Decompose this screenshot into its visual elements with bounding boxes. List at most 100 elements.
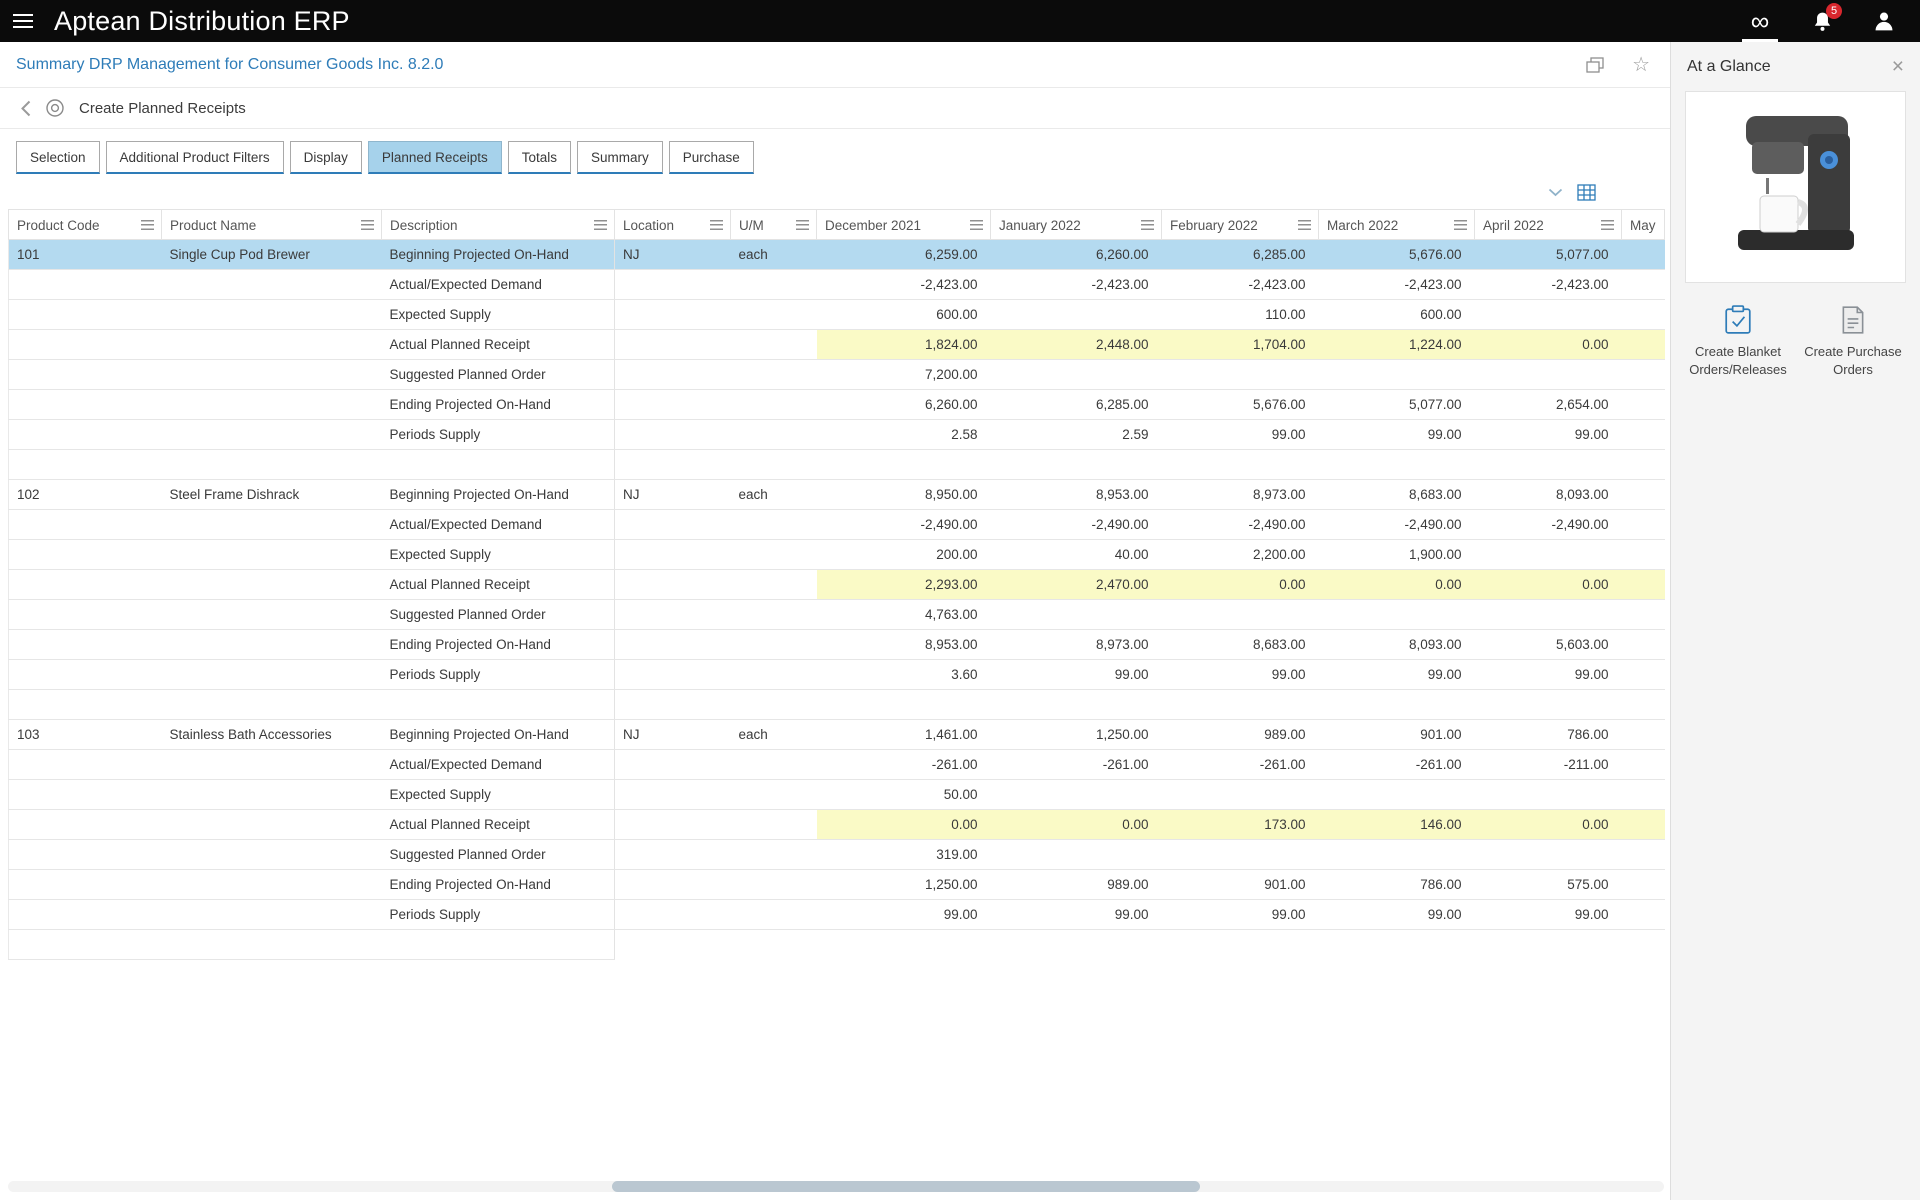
value-cell[interactable]: [1621, 239, 1665, 270]
value-cell[interactable]: 8,683.00: [1161, 629, 1319, 660]
value-cell[interactable]: 0.00: [990, 809, 1162, 840]
value-cell[interactable]: 5,676.00: [1318, 239, 1475, 270]
column-menu-icon[interactable]: [796, 219, 809, 230]
row-description-cell[interactable]: Beginning Projected On-Hand: [381, 479, 615, 510]
row-description-cell[interactable]: Beginning Projected On-Hand: [381, 239, 615, 270]
value-cell[interactable]: 901.00: [1161, 869, 1319, 900]
value-cell[interactable]: 0.00: [1161, 569, 1319, 600]
value-cell[interactable]: [1161, 599, 1319, 630]
column-menu-icon[interactable]: [710, 219, 723, 230]
value-cell[interactable]: 1,461.00: [816, 719, 991, 750]
product-code-cell[interactable]: 102: [8, 479, 162, 510]
product-code-cell[interactable]: [8, 419, 162, 450]
create-purchase-orders-action[interactable]: Create Purchase Orders: [1802, 305, 1904, 378]
value-cell[interactable]: 5,077.00: [1318, 389, 1475, 420]
value-cell[interactable]: 0.00: [1318, 569, 1475, 600]
uom-cell[interactable]: [730, 749, 817, 780]
value-cell[interactable]: -2,490.00: [990, 509, 1162, 540]
value-cell[interactable]: [1474, 779, 1622, 810]
value-cell[interactable]: 2,470.00: [990, 569, 1162, 600]
value-cell[interactable]: 0.00: [1474, 329, 1622, 360]
tab-selection[interactable]: Selection: [16, 141, 100, 174]
column-header-product-code[interactable]: Product Code: [8, 209, 162, 240]
value-cell[interactable]: 575.00: [1474, 869, 1622, 900]
product-code-cell[interactable]: [8, 299, 162, 330]
value-cell[interactable]: 1,704.00: [1161, 329, 1319, 360]
uom-cell[interactable]: [730, 809, 817, 840]
column-menu-icon[interactable]: [1298, 219, 1311, 230]
product-name-cell[interactable]: [161, 599, 382, 630]
uom-cell[interactable]: [730, 539, 817, 570]
favorite-star-icon[interactable]: ☆: [1632, 52, 1650, 77]
value-cell[interactable]: 8,953.00: [990, 479, 1162, 510]
product-code-cell[interactable]: [8, 779, 162, 810]
product-code-cell[interactable]: [8, 569, 162, 600]
grid-columns-icon[interactable]: [1577, 183, 1596, 201]
row-description-cell[interactable]: Periods Supply: [381, 419, 615, 450]
product-code-cell[interactable]: [8, 329, 162, 360]
uom-cell[interactable]: [730, 569, 817, 600]
value-cell[interactable]: [1621, 539, 1665, 570]
value-cell[interactable]: [1474, 299, 1622, 330]
close-icon[interactable]: ×: [1892, 56, 1904, 77]
grid-row[interactable]: Expected Supply 200.00 40.00 2,200.00 1,900.…: [8, 539, 1665, 570]
horizontal-scrollbar[interactable]: [8, 1181, 1664, 1192]
location-cell[interactable]: [614, 539, 731, 570]
value-cell[interactable]: 901.00: [1318, 719, 1475, 750]
infinity-icon[interactable]: ∞: [1742, 0, 1778, 42]
value-cell[interactable]: -261.00: [816, 749, 991, 780]
grid-row[interactable]: Ending Projected On-Hand 6,260.00 6,285.00…: [8, 389, 1665, 420]
value-cell[interactable]: [1621, 629, 1665, 660]
value-cell[interactable]: [1621, 329, 1665, 360]
value-cell[interactable]: -2,490.00: [1474, 509, 1622, 540]
value-cell[interactable]: 2,448.00: [990, 329, 1162, 360]
uom-cell[interactable]: [730, 269, 817, 300]
product-code-cell[interactable]: 101: [8, 239, 162, 270]
location-cell[interactable]: NJ: [614, 239, 731, 270]
row-description-cell[interactable]: Suggested Planned Order: [381, 839, 615, 870]
product-code-cell[interactable]: [8, 539, 162, 570]
column-header-march-2022[interactable]: March 2022: [1318, 209, 1475, 240]
value-cell[interactable]: 6,259.00: [816, 239, 991, 270]
value-cell[interactable]: -2,490.00: [1318, 509, 1475, 540]
uom-cell[interactable]: each: [730, 719, 817, 750]
column-header-may[interactable]: May: [1621, 209, 1665, 240]
product-code-cell[interactable]: [8, 749, 162, 780]
column-menu-icon[interactable]: [141, 219, 154, 230]
location-cell[interactable]: [614, 749, 731, 780]
product-name-cell[interactable]: [161, 659, 382, 690]
value-cell[interactable]: -261.00: [1161, 749, 1319, 780]
value-cell[interactable]: 989.00: [990, 869, 1162, 900]
value-cell[interactable]: 8,953.00: [816, 629, 991, 660]
row-description-cell[interactable]: Ending Projected On-Hand: [381, 389, 615, 420]
column-menu-icon[interactable]: [1454, 219, 1467, 230]
value-cell[interactable]: [1621, 269, 1665, 300]
value-cell[interactable]: [1621, 599, 1665, 630]
location-cell[interactable]: [614, 269, 731, 300]
value-cell[interactable]: -2,490.00: [816, 509, 991, 540]
tab-planned-receipts[interactable]: Planned Receipts: [367, 141, 502, 174]
value-cell[interactable]: [990, 299, 1162, 330]
value-cell[interactable]: [1474, 359, 1622, 390]
row-description-cell[interactable]: Ending Projected On-Hand: [381, 629, 615, 660]
product-code-cell[interactable]: [8, 269, 162, 300]
product-name-cell[interactable]: [161, 809, 382, 840]
value-cell[interactable]: [1318, 839, 1475, 870]
value-cell[interactable]: 3.60: [816, 659, 991, 690]
product-code-cell[interactable]: [8, 359, 162, 390]
value-cell[interactable]: 6,285.00: [990, 389, 1162, 420]
value-cell[interactable]: 99.00: [1318, 899, 1475, 930]
chevron-down-icon[interactable]: [1548, 188, 1563, 197]
grid-row[interactable]: Actual Planned Receipt 0.00 0.00 173.00 146.…: [8, 809, 1665, 840]
value-cell[interactable]: 1,224.00: [1318, 329, 1475, 360]
column-header-product-name[interactable]: Product Name: [161, 209, 382, 240]
row-description-cell[interactable]: Periods Supply: [381, 659, 615, 690]
product-code-cell[interactable]: [8, 839, 162, 870]
value-cell[interactable]: [990, 839, 1162, 870]
column-header-april-2022[interactable]: April 2022: [1474, 209, 1622, 240]
location-cell[interactable]: [614, 899, 731, 930]
column-menu-icon[interactable]: [361, 219, 374, 230]
value-cell[interactable]: -2,423.00: [990, 269, 1162, 300]
grid-row[interactable]: Periods Supply 2.58 2.59 99.00 99.00 99.00: [8, 419, 1665, 450]
tab-additional-product-filters[interactable]: Additional Product Filters: [105, 141, 284, 174]
